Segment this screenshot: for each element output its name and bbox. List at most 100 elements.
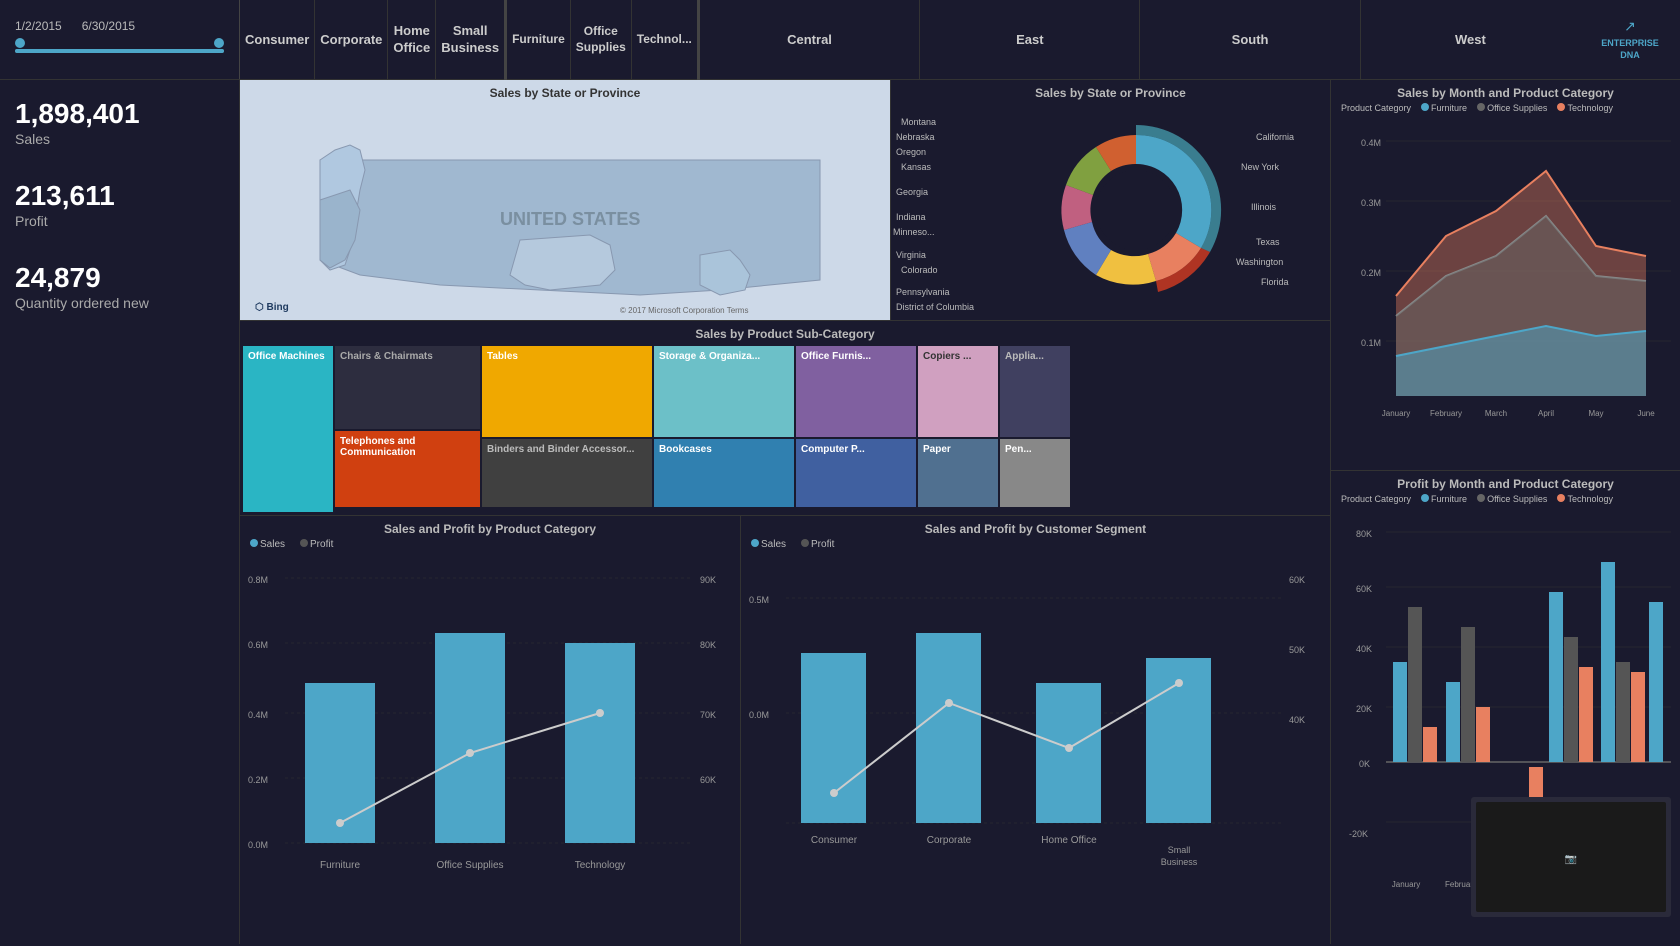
logo-enterprise: ENTERPRISE	[1601, 37, 1659, 50]
svg-text:0.5M: 0.5M	[749, 595, 769, 605]
tm-binders[interactable]: Binders and Binder Accessor...	[482, 439, 652, 507]
svg-text:90K: 90K	[700, 575, 716, 585]
svg-text:Consumer: Consumer	[811, 835, 858, 846]
sales-legend: Product Category Furniture Office Suppli…	[1331, 100, 1680, 116]
profit-legend: Product Category Furniture Office Suppli…	[1331, 491, 1680, 507]
tm-pens[interactable]: Pen...	[1000, 439, 1070, 507]
svg-text:Oregon: Oregon	[896, 147, 926, 157]
segment-consumer[interactable]: Consumer	[240, 0, 315, 80]
svg-text:Georgia: Georgia	[896, 187, 928, 197]
sales-month-panel: Sales by Month and Product Category Prod…	[1330, 80, 1680, 470]
svg-text:60K: 60K	[1289, 575, 1305, 585]
logo: ↗ ENTERPRISE DNA	[1580, 0, 1680, 79]
date-end: 6/30/2015	[82, 19, 135, 33]
svg-text:District of Columbia: District of Columbia	[896, 302, 974, 312]
category-filter-group: Furniture OfficeSupplies Technol...	[507, 0, 698, 80]
treemap-panel: Sales by Product Sub-Category Office Mac…	[240, 320, 1330, 515]
map-panel: Sales by State or Province UNITED STATES…	[240, 80, 890, 320]
bar-legend-left: Sales Profit	[240, 536, 740, 553]
tm-appliances[interactable]: Applia...	[1000, 346, 1070, 437]
top-filter-bar: 1/2/2015 6/30/2015 Consumer Corporate Ho…	[0, 0, 1680, 80]
bottom-left-title: Sales and Profit by Product Category	[240, 516, 740, 536]
svg-text:New York: New York	[1241, 162, 1280, 172]
svg-text:60K: 60K	[1356, 584, 1372, 594]
svg-text:Montana: Montana	[901, 117, 936, 127]
region-east[interactable]: East	[920, 0, 1140, 80]
svg-text:Nebraska: Nebraska	[896, 132, 935, 142]
svg-text:0.6M: 0.6M	[248, 640, 268, 650]
donut-panel: Sales by State or Province Montana Neb	[890, 80, 1330, 320]
svg-text:⬡ Bing: ⬡ Bing	[255, 302, 289, 313]
svg-text:📷: 📷	[1565, 854, 1577, 865]
region-west[interactable]: West	[1361, 0, 1580, 80]
kpi-sales-label: Sales	[15, 131, 224, 147]
tm-chairs[interactable]: Chairs & Chairmats	[335, 346, 480, 429]
svg-text:January: January	[1382, 409, 1410, 418]
svg-text:© 2017 Microsoft Corporation: © 2017 Microsoft Corporation Terms	[620, 306, 748, 315]
tm-storage[interactable]: Storage & Organiza...	[654, 346, 794, 437]
svg-text:Kansas: Kansas	[901, 162, 932, 172]
svg-text:0.1M: 0.1M	[1361, 338, 1381, 348]
bottom-right-panel: Sales and Profit by Customer Segment Sal…	[740, 515, 1330, 944]
svg-text:Business: Business	[1161, 857, 1198, 867]
svg-text:Small: Small	[1168, 845, 1191, 855]
profit-month-title: Profit by Month and Product Category	[1331, 471, 1680, 491]
svg-text:Colorado: Colorado	[901, 265, 938, 275]
svg-text:40K: 40K	[1289, 715, 1305, 725]
tm-paper[interactable]: Paper	[918, 439, 998, 507]
tm-telephones[interactable]: Telephones and Communication	[335, 431, 480, 507]
svg-text:California: California	[1256, 132, 1294, 142]
bar-chart-left: 0.8M 0.6M 0.4M 0.2M 0.0M 90K 80K 70K 60K	[240, 553, 740, 943]
tm-bookcases[interactable]: Bookcases	[654, 439, 794, 507]
svg-text:March: March	[1485, 409, 1507, 418]
category-technology[interactable]: Technol...	[632, 0, 697, 80]
kpi-sales-value: 1,898,401	[15, 100, 224, 128]
kpi-profit-value: 213,611	[15, 182, 224, 210]
svg-text:70K: 70K	[700, 710, 716, 720]
svg-text:0.0M: 0.0M	[749, 710, 769, 720]
segment-corporate[interactable]: Corporate	[315, 0, 388, 80]
tm-computer[interactable]: Computer P...	[796, 439, 916, 507]
profit-month-panel: Profit by Month and Product Category Pro…	[1330, 470, 1680, 944]
svg-text:40K: 40K	[1356, 644, 1372, 654]
svg-text:0.4M: 0.4M	[1361, 138, 1381, 148]
bar-legend-right: Sales Profit	[741, 536, 1330, 553]
tm-office-furniture[interactable]: Office Furnis...	[796, 346, 916, 437]
map-title: Sales by State or Province	[240, 80, 890, 100]
svg-text:0.2M: 0.2M	[1361, 268, 1381, 278]
segment-small-business[interactable]: SmallBusiness	[436, 0, 504, 80]
kpi-profit-label: Profit	[15, 213, 224, 229]
svg-text:Pennsylvania: Pennsylvania	[896, 287, 950, 297]
tm-tables[interactable]: Tables	[482, 346, 652, 437]
svg-text:Virginia: Virginia	[896, 250, 926, 260]
svg-text:May: May	[1588, 409, 1603, 418]
date-slider[interactable]	[15, 41, 224, 61]
svg-text:0.3M: 0.3M	[1361, 198, 1381, 208]
segment-home-office[interactable]: HomeOffice	[388, 0, 436, 80]
svg-text:0.4M: 0.4M	[248, 710, 268, 720]
category-office-supplies[interactable]: OfficeSupplies	[571, 0, 632, 80]
svg-text:0.8M: 0.8M	[248, 575, 268, 585]
donut-title: Sales by State or Province	[891, 80, 1330, 100]
svg-text:50K: 50K	[1289, 645, 1305, 655]
kpi-quantity-value: 24,879	[15, 264, 224, 292]
tm-copiers[interactable]: Copiers ...	[918, 346, 998, 437]
svg-text:January: January	[1392, 880, 1420, 889]
region-central[interactable]: Central	[700, 0, 920, 80]
region-south[interactable]: South	[1140, 0, 1360, 80]
tm-office-machines[interactable]: Office Machines	[243, 346, 333, 512]
svg-text:February: February	[1430, 409, 1462, 418]
svg-text:Home Office: Home Office	[1041, 835, 1097, 846]
bar-chart-right: 0.5M 0.0M 60K 50K 40K Consumer	[741, 553, 1331, 943]
svg-text:Technology: Technology	[575, 860, 626, 871]
profit-month-chart: 80K 60K 40K 20K 0K -20K	[1331, 507, 1680, 927]
svg-text:Furniture: Furniture	[320, 860, 360, 871]
treemap-title: Sales by Product Sub-Category	[240, 321, 1330, 341]
svg-text:April: April	[1538, 409, 1554, 418]
svg-text:0.2M: 0.2M	[248, 775, 268, 785]
svg-text:Florida: Florida	[1261, 277, 1289, 287]
segment-filter-group: Consumer Corporate HomeOffice SmallBusin…	[240, 0, 505, 80]
svg-text:UNITED STATES: UNITED STATES	[500, 209, 640, 229]
svg-text:Minneso...: Minneso...	[893, 227, 935, 237]
category-furniture[interactable]: Furniture	[507, 0, 571, 80]
